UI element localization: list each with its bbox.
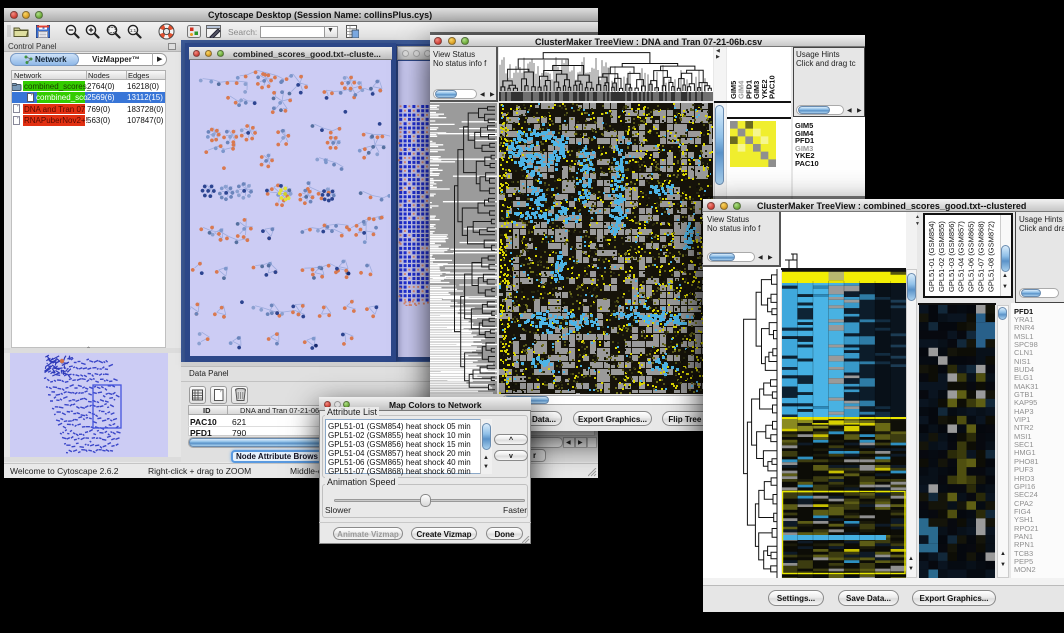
svg-text:GPL51-07 (GSM868): GPL51-07 (GSM868) [977,221,986,292]
svg-text:GPL51-04 (GSM857): GPL51-04 (GSM857) [957,221,966,292]
svg-text:GPL51-06 (GSM865): GPL51-06 (GSM865) [967,221,976,292]
svg-text:GPL51-08 (GSM872): GPL51-08 (GSM872) [986,221,995,292]
svg-text:1:1: 1:1 [130,28,137,33]
svg-text:PAC10: PAC10 [768,75,777,99]
svg-text:GPL51-03 (GSM856): GPL51-03 (GSM856) [947,221,956,292]
svg-text:GPL51-02 (GSM855): GPL51-02 (GSM855) [937,221,946,292]
svg-text:GPL51-01 (GSM854): GPL51-01 (GSM854) [927,221,936,292]
